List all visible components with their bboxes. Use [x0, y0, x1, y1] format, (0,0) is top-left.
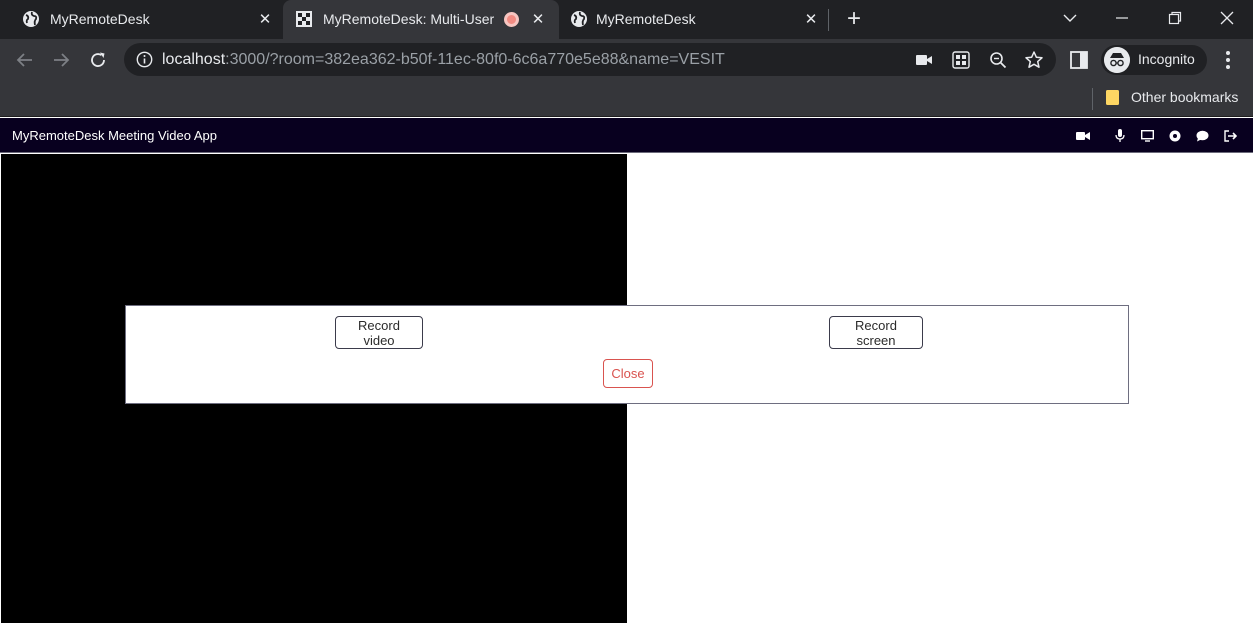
record-screen-button[interactable]: Record screen: [829, 316, 923, 349]
close-tab-icon[interactable]: ✕: [529, 9, 547, 29]
close-button[interactable]: Close: [603, 359, 653, 388]
url-host: localhost: [162, 51, 226, 68]
minimize-icon[interactable]: [1108, 6, 1136, 30]
tab-title: MyRemoteDesk: Multi-User Video: [323, 11, 498, 27]
close-window-icon[interactable]: [1213, 6, 1241, 30]
incognito-profile-button[interactable]: Incognito: [1101, 45, 1207, 75]
chat-icon[interactable]: [1195, 129, 1209, 143]
app-header: MyRemoteDesk Meeting Video App: [0, 118, 1253, 153]
globe-icon: [23, 11, 39, 27]
app-favicon-icon: [296, 11, 312, 27]
side-panel-icon[interactable]: [1069, 50, 1089, 70]
back-icon[interactable]: [12, 47, 38, 73]
record-video-button[interactable]: Record video: [335, 316, 423, 349]
leave-icon[interactable]: [1223, 129, 1237, 143]
new-tab-icon[interactable]: +: [842, 7, 866, 32]
record-icon[interactable]: [1168, 129, 1182, 143]
browser-toolbar: localhost:3000/?room=382ea362-b50f-11ec-…: [0, 39, 1253, 81]
tab-title: MyRemoteDesk: [596, 11, 696, 27]
close-tab-icon[interactable]: ✕: [256, 9, 274, 29]
reload-icon[interactable]: [85, 47, 111, 73]
recording-options-modal: Record video Record screen Close: [125, 305, 1129, 404]
microphone-icon[interactable]: [1113, 129, 1127, 143]
recording-indicator-icon: [504, 12, 519, 27]
browser-tabstrip: MyRemoteDesk ✕ MyRemoteDesk: Multi-User …: [0, 0, 1253, 39]
address-bar[interactable]: localhost:3000/?room=382ea362-b50f-11ec-…: [124, 43, 1056, 76]
app-title: MyRemoteDesk Meeting Video App: [12, 128, 217, 143]
url-path: :3000/?room=382ea362-b50f-11ec-80f0-6c6a…: [225, 51, 725, 68]
more-menu-icon[interactable]: [1218, 48, 1238, 72]
browser-tab-1[interactable]: MyRemoteDesk ✕: [0, 0, 283, 39]
close-tab-icon[interactable]: ✕: [802, 9, 820, 29]
browser-tab-2-active[interactable]: MyRemoteDesk: Multi-User Video ✕: [283, 0, 559, 39]
camera-in-use-icon[interactable]: [914, 50, 934, 70]
globe-icon: [571, 11, 587, 27]
bookmarks-separator: [1092, 88, 1093, 110]
bookmark-star-icon[interactable]: [1024, 50, 1044, 70]
tab-search-icon[interactable]: [1056, 6, 1084, 30]
screen-share-icon[interactable]: [1140, 129, 1154, 143]
qr-code-icon[interactable]: [951, 50, 971, 70]
url-text: localhost:3000/?room=382ea362-b50f-11ec-…: [162, 51, 725, 69]
tab-separator: [828, 9, 829, 31]
forward-icon[interactable]: [48, 47, 74, 73]
tab-title: MyRemoteDesk: [50, 11, 150, 27]
folder-icon[interactable]: [1105, 89, 1120, 106]
restore-icon[interactable]: [1161, 6, 1189, 30]
browser-tab-3[interactable]: MyRemoteDesk ✕: [559, 0, 829, 39]
video-camera-icon[interactable]: [1076, 129, 1090, 143]
incognito-icon: [1104, 47, 1130, 73]
zoom-icon[interactable]: [988, 50, 1008, 70]
site-info-icon[interactable]: [136, 51, 153, 68]
bookmarks-bar: Other bookmarks: [0, 81, 1253, 117]
bookmark-other-bookmarks[interactable]: Other bookmarks: [1131, 89, 1238, 105]
profile-label: Incognito: [1138, 51, 1195, 67]
